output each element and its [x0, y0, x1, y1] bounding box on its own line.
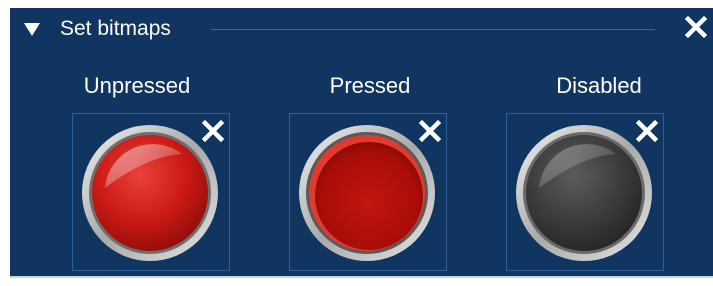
header-divider	[211, 29, 655, 30]
bitmap-cell-unpressed[interactable]	[72, 113, 230, 271]
triangle-down-icon[interactable]	[24, 23, 40, 36]
close-icon[interactable]	[683, 14, 709, 40]
remove-bitmap-icon[interactable]	[417, 118, 443, 144]
set-bitmaps-panel: Set bitmaps Unpressed Pressed Disabled	[10, 8, 713, 276]
panel-bottom-border	[10, 276, 713, 278]
state-label-pressed: Pressed	[329, 73, 411, 98]
bitmap-cell-pressed[interactable]	[289, 113, 447, 271]
state-label-disabled: Disabled	[556, 73, 642, 98]
remove-bitmap-icon[interactable]	[634, 118, 660, 144]
bitmap-cell-disabled[interactable]	[506, 113, 664, 271]
panel-header[interactable]: Set bitmaps	[10, 8, 713, 50]
panel-title: Set bitmaps	[60, 17, 171, 40]
state-label-unpressed: Unpressed	[83, 73, 191, 98]
remove-bitmap-icon[interactable]	[200, 118, 226, 144]
